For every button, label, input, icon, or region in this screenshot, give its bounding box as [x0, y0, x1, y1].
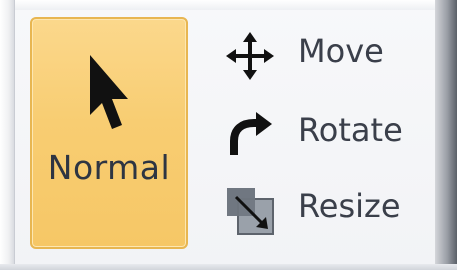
- ribbon-bottom-edge: [0, 264, 457, 270]
- move-arrows-icon: [226, 32, 274, 80]
- ribbon-group: Normal Move Rotate Resize: [0, 0, 457, 270]
- normal-label: Normal: [47, 148, 171, 187]
- move-button[interactable]: Move: [218, 22, 428, 84]
- ribbon-left-edge: [0, 0, 15, 270]
- resize-icon: [227, 188, 274, 235]
- ribbon-right-edge: [435, 0, 457, 270]
- rotate-button[interactable]: Rotate: [218, 101, 428, 163]
- resize-label: Resize: [298, 187, 401, 225]
- ribbon-top-edge: [0, 0, 457, 10]
- pointer-arrow-icon: [90, 55, 128, 129]
- normal-button[interactable]: Normal: [30, 17, 188, 249]
- rotate-label: Rotate: [298, 111, 403, 149]
- move-label: Move: [298, 32, 384, 70]
- resize-button[interactable]: Resize: [218, 177, 428, 239]
- rotate-arrow-icon: [230, 112, 272, 155]
